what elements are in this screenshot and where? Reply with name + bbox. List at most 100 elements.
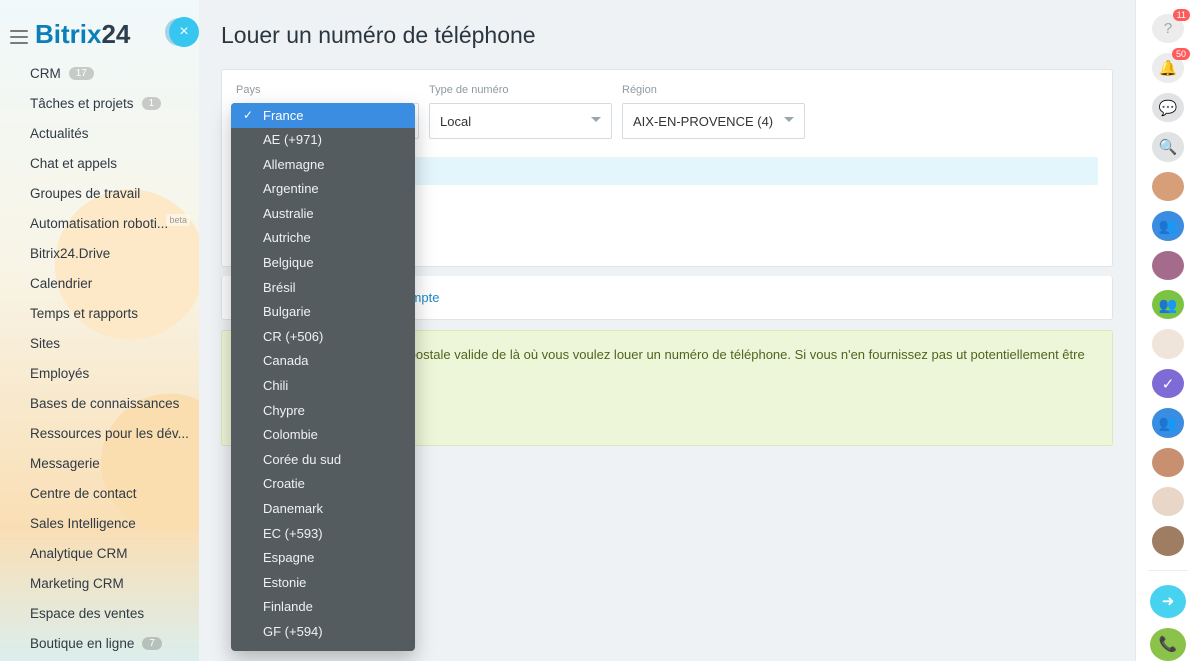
help-icon[interactable]: ?11: [1152, 14, 1184, 43]
country-option[interactable]: EC (+593): [231, 521, 415, 546]
call-icon[interactable]: 📞: [1150, 628, 1186, 661]
sidebar-item[interactable]: Boutique en ligne 7: [0, 628, 200, 658]
feed-icon[interactable]: ➜: [1150, 585, 1186, 618]
select-type[interactable]: Local: [429, 103, 612, 139]
sidebar-item-badge: 7: [142, 637, 162, 650]
task-icon[interactable]: ✓: [1152, 369, 1184, 398]
sidebar-item[interactable]: Sites: [0, 328, 200, 358]
select-type-value: Local: [440, 114, 471, 129]
sidebar-item-label: Sales Intelligence: [30, 516, 136, 531]
sidebar-item-label: Centre de contact: [30, 486, 137, 501]
country-option[interactable]: Colombie: [231, 423, 415, 448]
avatar[interactable]: [1152, 487, 1184, 516]
sidebar-item-badge: 1: [142, 97, 162, 110]
sidebar-item[interactable]: Chat et appels: [0, 148, 200, 178]
sidebar-item[interactable]: Actualités: [0, 118, 200, 148]
sidebar-item[interactable]: Calendrier: [0, 268, 200, 298]
sidebar-item-label: Tâches et projets: [30, 96, 134, 111]
sidebar-item[interactable]: Bases de connaissances: [0, 388, 200, 418]
avatar[interactable]: [1152, 526, 1184, 555]
sidebar-item-label: Analytique CRM: [30, 546, 128, 561]
group-icon[interactable]: 👥: [1152, 211, 1184, 240]
sidebar-item[interactable]: CRM 17: [0, 58, 200, 88]
sidebar-item[interactable]: Messagerie: [0, 448, 200, 478]
label-region: Région: [622, 84, 805, 96]
avatar[interactable]: [1152, 329, 1184, 358]
label-pays: Pays: [236, 84, 419, 96]
nav-menu: CRM 17 Tâches et projets 1 Actualités Chat et…: [0, 58, 200, 658]
sidebar-item[interactable]: Groupes de travail: [0, 178, 200, 208]
sidebar-item[interactable]: Bitrix24.Drive: [0, 238, 200, 268]
sidebar-item[interactable]: Sales Intelligence: [0, 508, 200, 538]
sidebar-item-label: Employés: [30, 366, 89, 381]
sidebar-item-label: Calendrier: [30, 276, 92, 291]
country-option[interactable]: Corée du sud: [231, 447, 415, 472]
country-option[interactable]: Espagne: [231, 546, 415, 571]
bell-icon[interactable]: 🔔50: [1152, 53, 1184, 82]
brand-text-2: 24: [101, 19, 130, 49]
close-panel-button[interactable]: ×: [169, 17, 199, 47]
select-region-value: AIX-EN-PROVENCE (4): [633, 114, 773, 129]
country-option[interactable]: Brésil: [231, 275, 415, 300]
sidebar-item-label: Bases de connaissances: [30, 396, 179, 411]
sidebar-item-label: Sites: [30, 336, 60, 351]
country-option[interactable]: Argentine: [231, 177, 415, 202]
sidebar-item[interactable]: Employés: [0, 358, 200, 388]
right-rail: ?11 🔔50 💬 🔍 👥 👥 ✓ 👥 ➜ 📞: [1135, 0, 1200, 661]
country-option[interactable]: Chypre: [231, 398, 415, 423]
country-option[interactable]: GF (+594): [231, 619, 415, 644]
country-option[interactable]: Danemark: [231, 497, 415, 522]
sidebar-item[interactable]: Marketing CRM: [0, 568, 200, 598]
brand-logo[interactable]: Bitrix24: [35, 19, 130, 50]
country-option[interactable]: CR (+506): [231, 324, 415, 349]
country-option[interactable]: Finlande: [231, 595, 415, 620]
country-option[interactable]: AE (+971): [231, 128, 415, 153]
avatar[interactable]: [1152, 448, 1184, 477]
sidebar-item-label: Bitrix24.Drive: [30, 246, 110, 261]
country-option[interactable]: Autriche: [231, 226, 415, 251]
sidebar-item-label: Chat et appels: [30, 156, 117, 171]
sidebar-item[interactable]: Analytique CRM: [0, 538, 200, 568]
country-option[interactable]: Australie: [231, 201, 415, 226]
chevron-down-icon: [591, 117, 601, 122]
sidebar-item[interactable]: Temps et rapports: [0, 298, 200, 328]
sidebar-item-label: Espace des ventes: [30, 606, 144, 621]
select-region[interactable]: AIX-EN-PROVENCE (4): [622, 103, 805, 139]
group-icon[interactable]: 👥: [1152, 290, 1184, 319]
sidebar-item-label: Boutique en ligne: [30, 636, 134, 651]
sidebar-item-label: Messagerie: [30, 456, 100, 471]
country-option[interactable]: Bulgarie: [231, 300, 415, 325]
country-option[interactable]: France: [231, 103, 415, 128]
sidebar-item-label: Actualités: [30, 126, 89, 141]
sidebar-item-label: Groupes de travail: [30, 186, 140, 201]
sidebar-item[interactable]: Centre de contact: [0, 478, 200, 508]
sidebar-item[interactable]: Tâches et projets 1: [0, 88, 200, 118]
sidebar-item[interactable]: Automatisation roboti...beta: [0, 208, 200, 238]
group-icon[interactable]: 👥: [1152, 408, 1184, 437]
country-dropdown[interactable]: FranceAE (+971)AllemagneArgentineAustral…: [231, 103, 415, 651]
country-option[interactable]: Chili: [231, 374, 415, 399]
country-option[interactable]: Estonie: [231, 570, 415, 595]
sidebar-item-badge: 17: [69, 67, 94, 80]
sidebar-item[interactable]: Espace des ventes: [0, 598, 200, 628]
country-option[interactable]: Canada: [231, 349, 415, 374]
left-sidebar: Bitrix24 CRM 17 Tâches et projets 1 Actualit…: [0, 0, 200, 661]
country-option[interactable]: Croatie: [231, 472, 415, 497]
sidebar-item-label: Marketing CRM: [30, 576, 124, 591]
avatar[interactable]: [1152, 172, 1184, 201]
country-option[interactable]: Belgique: [231, 251, 415, 276]
avatar[interactable]: [1152, 251, 1184, 280]
sidebar-item[interactable]: Ressources pour les dév...: [0, 418, 200, 448]
sidebar-item-label: CRM: [30, 66, 61, 81]
beta-tag: beta: [166, 214, 190, 226]
close-icon: ×: [179, 23, 188, 41]
label-type: Type de numéro: [429, 84, 612, 96]
help-badge: 11: [1173, 9, 1190, 21]
sidebar-item-label: Temps et rapports: [30, 306, 138, 321]
chat-icon[interactable]: 💬: [1152, 93, 1184, 122]
country-option[interactable]: Allemagne: [231, 152, 415, 177]
country-option[interactable]: GP (+590): [231, 644, 415, 651]
page-title: Louer un numéro de téléphone: [221, 22, 1113, 49]
hamburger-icon[interactable]: [10, 30, 28, 44]
search-icon[interactable]: 🔍: [1152, 132, 1184, 161]
